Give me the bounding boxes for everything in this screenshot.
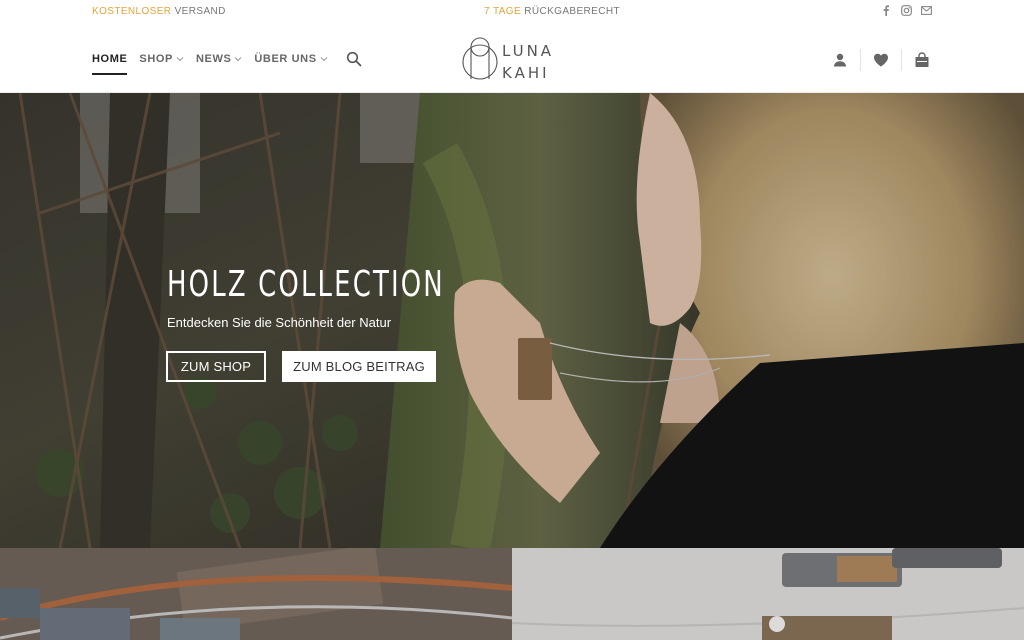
instagram-icon[interactable]: [900, 4, 912, 16]
shopping-bag-icon[interactable]: [912, 50, 932, 70]
logo-text-bottom: KAHI: [502, 64, 550, 82]
returns-accent: 7 TAGE: [484, 6, 522, 17]
hero-banner: HOLZ COLLECTION Entdecken Sie die Schönh…: [0, 93, 1024, 548]
brand-logo[interactable]: LUNA KAHI: [462, 33, 562, 85]
hero-subtitle: Entdecken Sie die Schönheit der Natur: [167, 315, 392, 330]
header-actions: [830, 49, 932, 71]
divider: [860, 49, 861, 71]
teaser-tile-right[interactable]: [512, 548, 1024, 640]
site-header: HOME SHOP NEWS ÜBER UNS LUNA KAHI: [0, 25, 1024, 93]
active-underline: [92, 73, 128, 75]
nav-label-news: NEWS: [195, 53, 232, 65]
chevron-down-icon: [320, 57, 327, 62]
divider: [901, 49, 902, 71]
mail-icon[interactable]: [920, 4, 932, 16]
hero-background-image: [0, 93, 1024, 548]
free-shipping-accent: KOSTENLOSER: [92, 6, 172, 17]
nav-item-news[interactable]: NEWS: [196, 53, 242, 65]
jewelry-image-right: [512, 548, 1024, 640]
nav-label-home: HOME: [92, 53, 128, 65]
search-icon[interactable]: [346, 51, 362, 67]
hero-title: HOLZ COLLECTION: [167, 264, 445, 305]
nav-item-home[interactable]: HOME: [92, 53, 128, 75]
facebook-icon[interactable]: [880, 4, 892, 16]
chevron-down-icon: [235, 57, 242, 62]
nav-item-shop[interactable]: SHOP: [139, 53, 184, 65]
nav-item-about[interactable]: ÜBER UNS: [254, 53, 327, 65]
nav-label-about: ÜBER UNS: [254, 53, 317, 65]
wishlist-heart-icon[interactable]: [871, 50, 891, 70]
teaser-tile-left[interactable]: [0, 548, 512, 640]
shop-button[interactable]: ZUM SHOP: [166, 351, 266, 382]
logo-mark: [462, 37, 498, 80]
free-shipping-text: VERSAND: [174, 6, 226, 17]
main-navigation: HOME SHOP NEWS ÜBER UNS: [92, 51, 362, 75]
free-shipping-notice: KOSTENLOSER VERSAND: [92, 6, 226, 17]
chevron-down-icon: [176, 57, 184, 62]
returns-notice: 7 TAGE RÜCKGABERECHT: [484, 6, 620, 17]
blog-post-button[interactable]: ZUM BLOG BEITRAG: [282, 351, 436, 382]
top-bar: KOSTENLOSER VERSAND 7 TAGE RÜCKGABERECHT: [0, 0, 1024, 25]
returns-text: RÜCKGABERECHT: [524, 6, 621, 17]
social-links: [880, 4, 932, 16]
product-teaser-row: [0, 548, 1024, 640]
jewelry-image-left: [0, 548, 512, 640]
account-icon[interactable]: [830, 50, 850, 70]
logo-text-top: LUNA: [502, 42, 554, 60]
nav-label-shop: SHOP: [139, 53, 173, 65]
